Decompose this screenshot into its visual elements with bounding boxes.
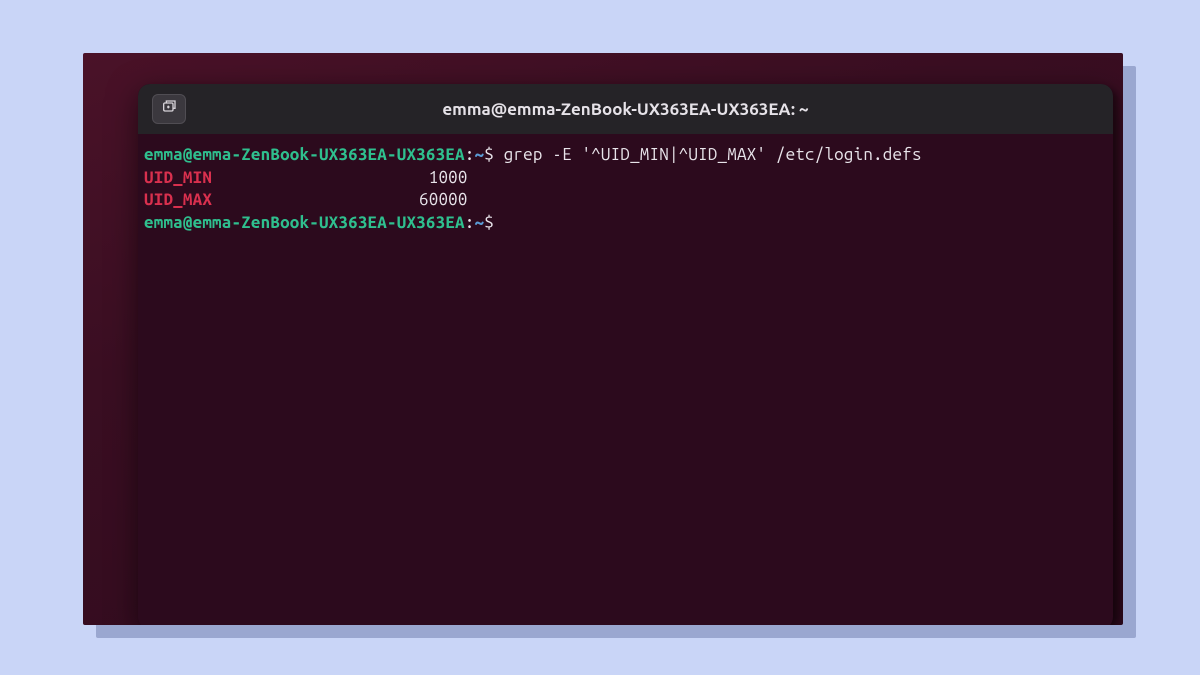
output-line-2: UID_MAX60000 <box>144 189 1107 212</box>
terminal-titlebar[interactable]: emma@emma-ZenBook-UX363EA-UX363EA: ~ <box>138 84 1113 134</box>
command-text-1 <box>494 145 504 164</box>
output-value-1: 1000 <box>419 167 468 190</box>
new-tab-icon <box>161 99 177 119</box>
output-value-2: 60000 <box>419 189 468 212</box>
prompt-path: ~ <box>475 145 485 164</box>
prompt-line-2: emma@emma-ZenBook-UX363EA-UX363EA:~$ <box>144 212 1107 235</box>
prompt-path-2: ~ <box>475 213 485 232</box>
prompt-symbol: $ <box>484 145 494 164</box>
prompt-user-host-2: emma@emma-ZenBook-UX363EA-UX363EA <box>144 213 465 232</box>
terminal-window: emma@emma-ZenBook-UX363EA-UX363EA: ~ emm… <box>138 84 1113 625</box>
output-line-1: UID_MIN 1000 <box>144 167 1107 190</box>
prompt-user-host: emma@emma-ZenBook-UX363EA-UX363EA <box>144 145 465 164</box>
terminal-output-area[interactable]: emma@emma-ZenBook-UX363EA-UX363EA:~$ gre… <box>138 134 1113 240</box>
prompt-symbol-2: $ <box>484 213 494 232</box>
window-title: emma@emma-ZenBook-UX363EA-UX363EA: ~ <box>138 100 1113 119</box>
prompt-line-1: emma@emma-ZenBook-UX363EA-UX363EA:~$ gre… <box>144 144 1107 167</box>
command-1: grep -E '^UID_MIN|^UID_MAX' /etc/login.d… <box>504 145 922 164</box>
grep-match-2: UID_MAX <box>144 189 419 212</box>
new-tab-button[interactable] <box>152 94 186 124</box>
grep-match-1: UID_MIN <box>144 167 419 190</box>
desktop-background: emma@emma-ZenBook-UX363EA-UX363EA: ~ emm… <box>83 53 1123 625</box>
prompt-separator-2: : <box>465 213 475 232</box>
prompt-separator: : <box>465 145 475 164</box>
